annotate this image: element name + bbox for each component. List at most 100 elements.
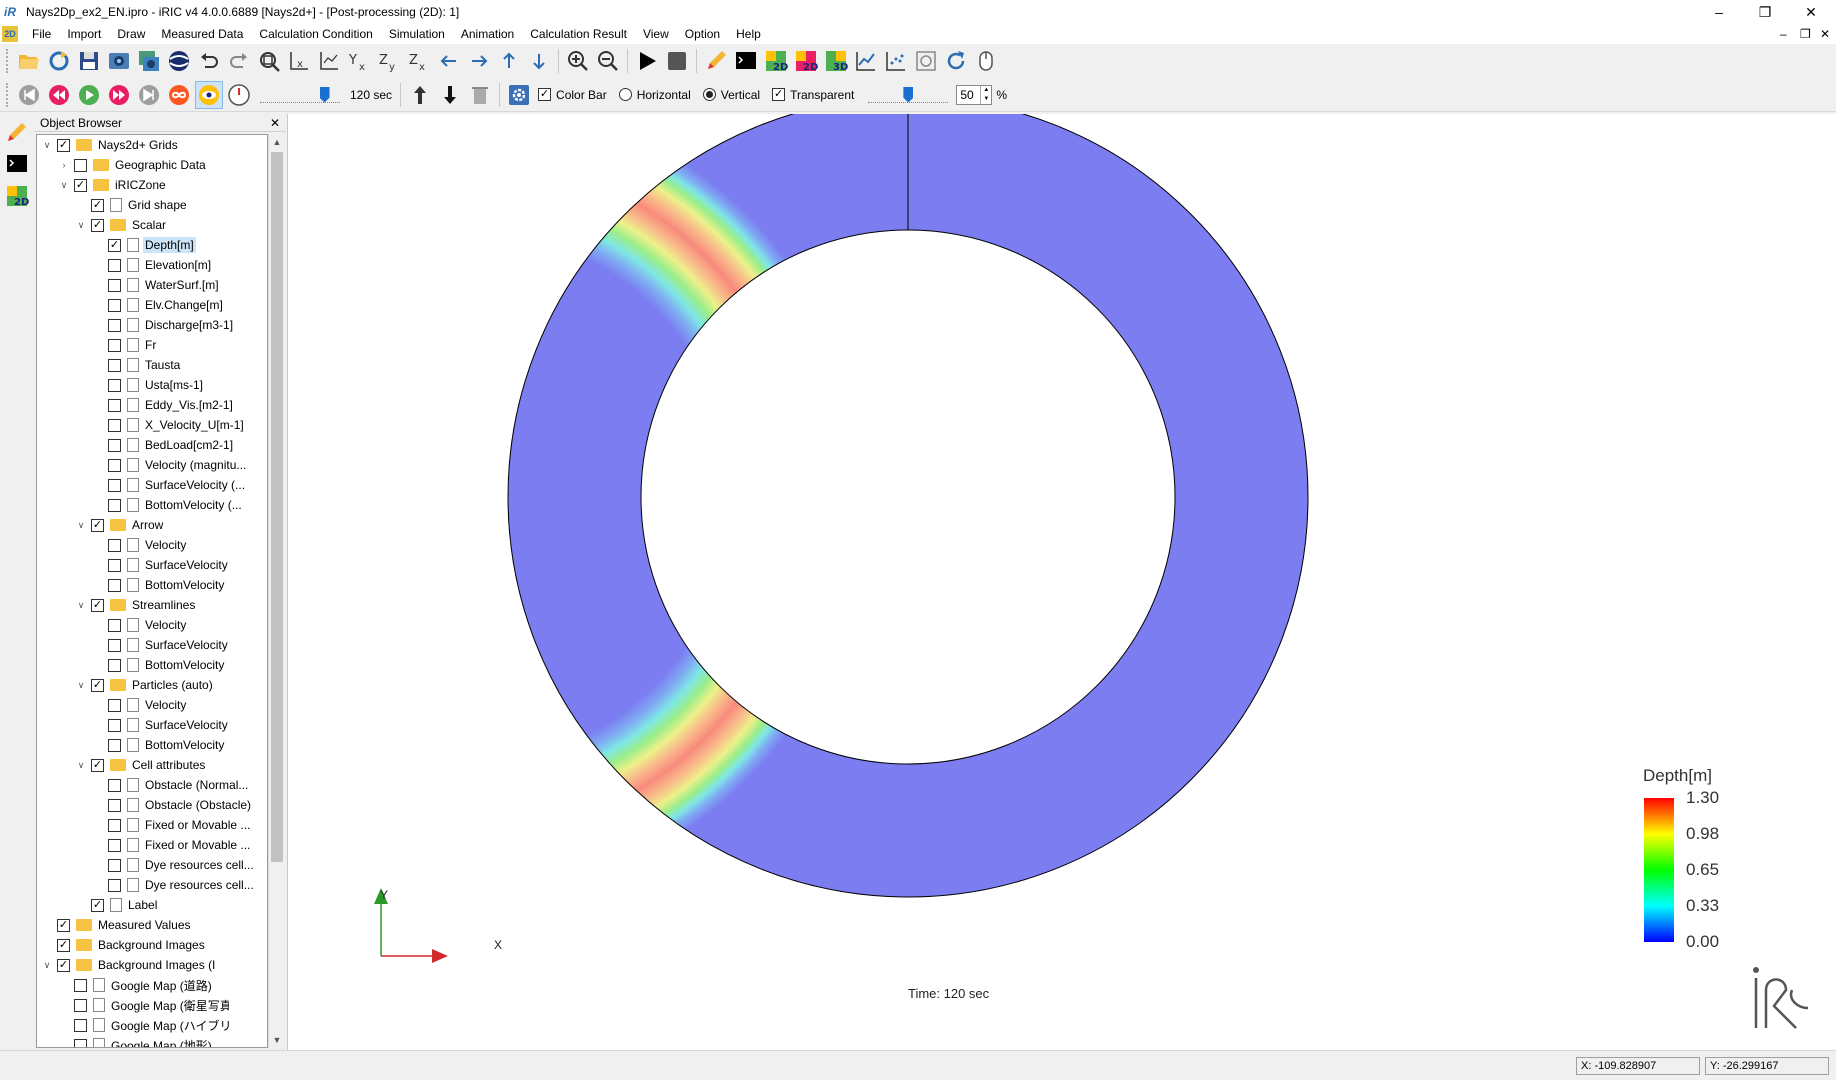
tree-item[interactable]: SurfaceVelocity <box>37 555 267 575</box>
graph-button[interactable] <box>852 47 880 75</box>
z-x-view-button[interactable]: Zx <box>405 47 433 75</box>
mdi-minimize-button[interactable]: – <box>1780 27 1787 41</box>
tree-item[interactable]: Obstacle (Obstacle) <box>37 795 267 815</box>
expand-down-icon[interactable]: ∨ <box>58 180 70 191</box>
tree-item-checkbox[interactable] <box>108 318 121 332</box>
expand-down-icon[interactable]: ∨ <box>75 680 87 691</box>
horizontal-option[interactable]: Horizontal <box>618 88 691 102</box>
tree-item[interactable]: Velocity (magnitu... <box>37 455 267 475</box>
tree-item[interactable]: X_Velocity_U[m-1] <box>37 415 267 435</box>
refresh-button[interactable] <box>942 47 970 75</box>
tree-item-checkbox[interactable] <box>108 638 121 652</box>
tree-item-checkbox[interactable] <box>108 298 121 312</box>
tree-item[interactable]: ✓ Grid shape <box>37 195 267 215</box>
tree-item-checkbox[interactable]: ✓ <box>91 218 104 232</box>
tree-item-checkbox[interactable] <box>108 698 121 712</box>
tree-item-checkbox[interactable] <box>74 978 87 992</box>
tree-item-checkbox[interactable] <box>108 398 121 412</box>
post-3d-button[interactable]: 3D <box>822 47 850 75</box>
continuous-snapshot-button[interactable] <box>135 47 163 75</box>
pre-processor-button[interactable] <box>702 47 730 75</box>
tree-item-checkbox[interactable] <box>108 578 121 592</box>
tree-item[interactable]: Eddy_Vis.[m2-1] <box>37 395 267 415</box>
menu-calculation-result[interactable]: Calculation Result <box>522 24 635 44</box>
tree-item[interactable]: WaterSurf.[m] <box>37 275 267 295</box>
console-button[interactable] <box>732 47 760 75</box>
color-bar-option[interactable]: ✓ Color Bar <box>538 88 607 102</box>
axes-reset-button[interactable] <box>315 47 343 75</box>
tree-item-checkbox[interactable] <box>74 1018 87 1032</box>
follow-mode-button[interactable] <box>195 80 223 109</box>
tree-item-checkbox[interactable] <box>74 158 87 172</box>
tree-item[interactable]: ∨ ✓ Cell attributes <box>37 755 267 775</box>
tree-item[interactable]: › Geographic Data <box>37 155 267 175</box>
tree-item-checkbox[interactable] <box>108 858 121 872</box>
expand-down-icon[interactable]: ∨ <box>75 760 87 771</box>
tree-item[interactable]: Velocity <box>37 615 267 635</box>
tree-item[interactable]: Elv.Change[m] <box>37 295 267 315</box>
mdi-window-icon[interactable]: 2D <box>2 26 18 42</box>
tree-item[interactable]: Obstacle (Normal... <box>37 775 267 795</box>
tree-item[interactable]: Tausta <box>37 355 267 375</box>
reload-button[interactable] <box>45 47 73 75</box>
post-2d-button[interactable]: 2D <box>762 47 790 75</box>
tree-item-checkbox[interactable] <box>108 418 121 432</box>
tree-item-checkbox[interactable] <box>108 258 121 272</box>
solver-console-tool[interactable] <box>3 150 31 178</box>
tree-item-checkbox[interactable] <box>108 458 121 472</box>
expand-down-icon[interactable]: ∨ <box>75 520 87 531</box>
tree-item-checkbox[interactable] <box>74 998 87 1012</box>
tree-item[interactable]: ✓ Depth[m] <box>37 235 267 255</box>
menu-view[interactable]: View <box>635 24 677 44</box>
y-x-view-button[interactable]: Yx <box>345 47 373 75</box>
tree-item-checkbox[interactable]: ✓ <box>57 138 70 152</box>
tree-item-checkbox[interactable] <box>108 658 121 672</box>
scroll-down-icon[interactable]: ▼ <box>269 1032 285 1048</box>
tree-item[interactable]: Velocity <box>37 695 267 715</box>
scrollbar-thumb[interactable] <box>271 152 283 862</box>
tree-item-checkbox[interactable]: ✓ <box>91 198 104 212</box>
tree-item-checkbox[interactable] <box>74 1038 87 1047</box>
mouse-help-button[interactable] <box>972 47 1000 75</box>
tree-item-checkbox[interactable] <box>108 358 121 372</box>
expand-down-icon[interactable]: ∨ <box>41 960 53 971</box>
expand-down-icon[interactable]: ∨ <box>75 220 87 231</box>
tree-item-checkbox[interactable] <box>108 838 121 852</box>
object-tree[interactable]: ∨ ✓ Nays2d+ Grids › Geographic Data ∨ ✓ iRICZon… <box>36 134 268 1048</box>
delete-button[interactable] <box>466 81 494 109</box>
tree-item-checkbox[interactable] <box>108 538 121 552</box>
z-y-view-button[interactable]: Zy <box>375 47 403 75</box>
menu-simulation[interactable]: Simulation <box>381 24 453 44</box>
tree-item[interactable]: Google Map (ハイブリッド) <box>37 1015 267 1035</box>
tree-item[interactable]: BottomVelocity <box>37 575 267 595</box>
tree-item-checkbox[interactable] <box>108 798 121 812</box>
move-right-button[interactable] <box>465 47 493 75</box>
tree-item[interactable]: ∨ ✓ Background Images (Internet) <box>37 955 267 975</box>
toolbar-grip[interactable] <box>6 82 10 107</box>
menu-calculation-condition[interactable]: Calculation Condition <box>251 24 380 44</box>
tree-item-checkbox[interactable]: ✓ <box>91 598 104 612</box>
tree-item[interactable]: SurfaceVelocity <box>37 635 267 655</box>
tree-item[interactable]: Fr <box>37 335 267 355</box>
menu-draw[interactable]: Draw <box>109 24 153 44</box>
tree-item-checkbox[interactable]: ✓ <box>57 958 70 972</box>
tree-item[interactable]: BottomVelocity (... <box>37 495 267 515</box>
move-up-order-button[interactable] <box>406 81 434 109</box>
tree-item[interactable]: Google Map (道路) <box>37 975 267 995</box>
tree-item-checkbox[interactable]: ✓ <box>57 918 70 932</box>
stop-button[interactable] <box>663 47 691 75</box>
tree-item[interactable]: ∨ ✓ Nays2d+ Grids <box>37 135 267 155</box>
tree-item[interactable]: Google Map (地形) <box>37 1035 267 1047</box>
tree-item-checkbox[interactable] <box>108 498 121 512</box>
tree-item[interactable]: Dye resources cell... <box>37 875 267 895</box>
property-button[interactable] <box>505 81 533 109</box>
menu-file[interactable]: File <box>24 24 59 44</box>
loop-button[interactable] <box>165 81 193 109</box>
play-animation-button[interactable] <box>75 81 103 109</box>
tree-item-checkbox[interactable] <box>108 778 121 792</box>
google-earth-button[interactable] <box>165 47 193 75</box>
tree-item[interactable]: ∨ ✓ Scalar <box>37 215 267 235</box>
tree-item[interactable]: BedLoad[cm2-1] <box>37 435 267 455</box>
tree-item[interactable]: BottomVelocity <box>37 735 267 755</box>
post-2d-bird-eye-button[interactable]: 2D <box>792 47 820 75</box>
